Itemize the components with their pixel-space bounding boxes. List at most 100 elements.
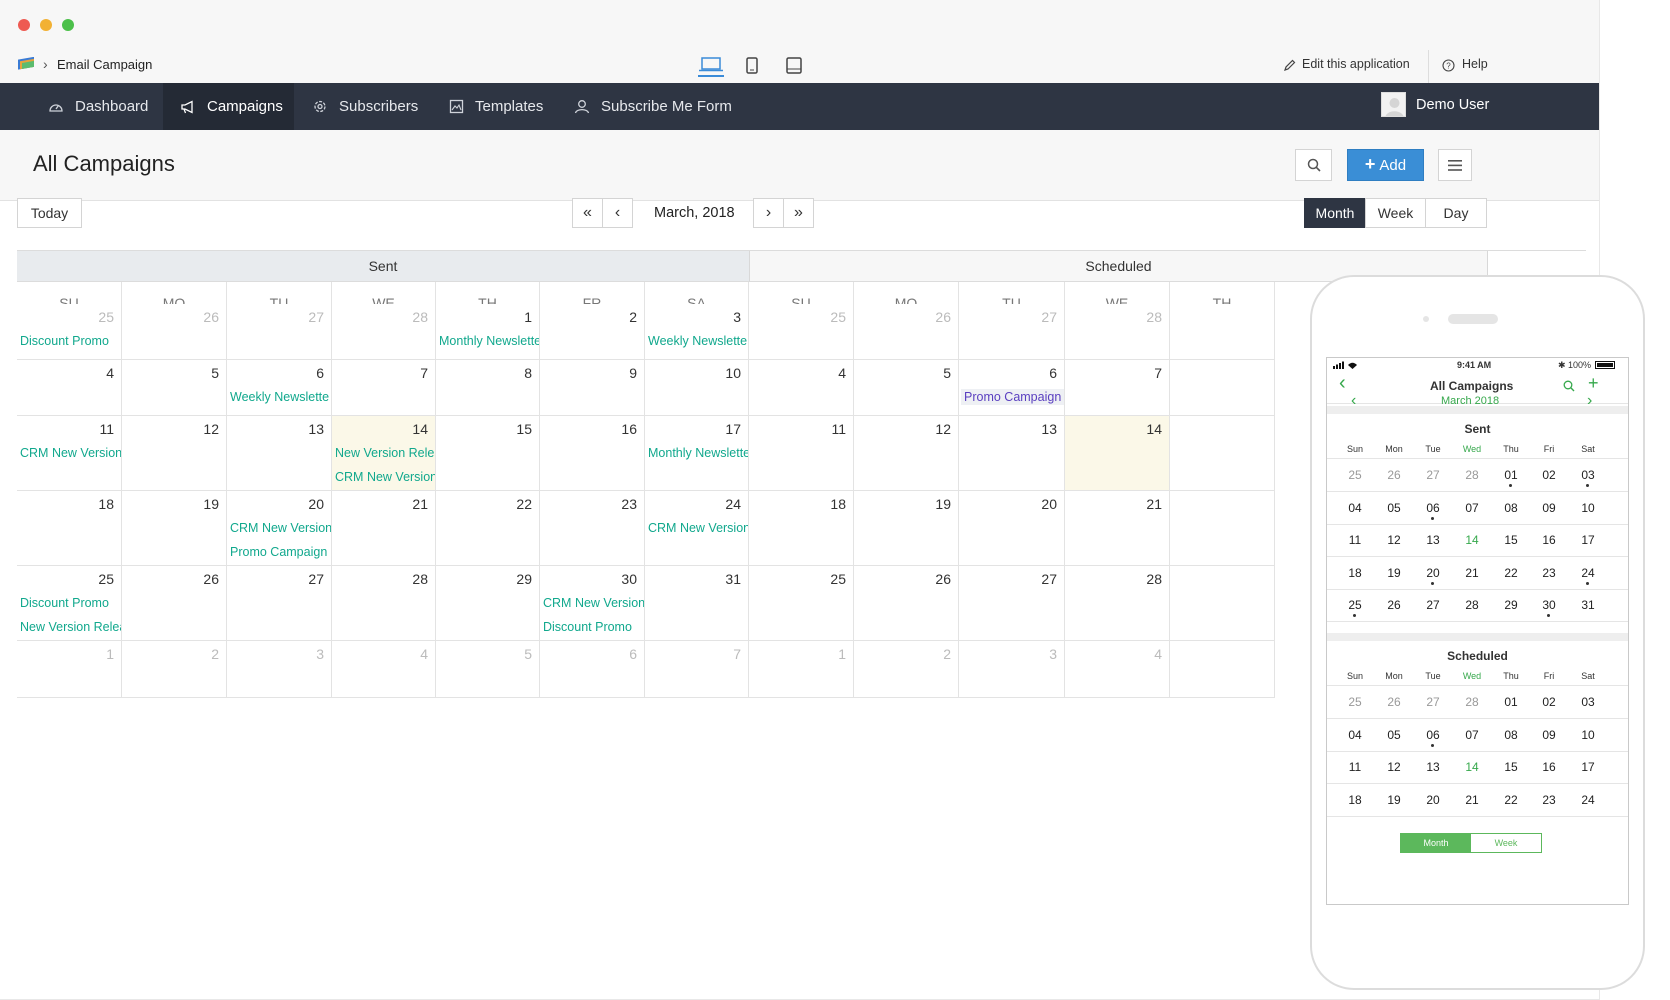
mobile-day[interactable]: 05 xyxy=(1380,501,1408,515)
calendar-day-cell[interactable]: 7 xyxy=(645,641,749,698)
campaign-event[interactable]: New Version Relea xyxy=(335,446,435,460)
close-dot[interactable] xyxy=(18,19,30,31)
mobile-day[interactable]: 08 xyxy=(1497,501,1525,515)
mobile-day[interactable]: 20 xyxy=(1419,793,1447,807)
mobile-day[interactable]: 18 xyxy=(1341,566,1369,580)
calendar-day-cell[interactable]: 20 CRM New Version Promo Campaign xyxy=(227,491,332,566)
calendar-day-cell[interactable]: 26 xyxy=(122,304,227,360)
mobile-day[interactable]: 05 xyxy=(1380,728,1408,742)
mobile-day[interactable]: 29 xyxy=(1497,598,1525,612)
calendar-day-cell[interactable]: 28 xyxy=(332,304,436,360)
calendar-day-cell[interactable]: 18 xyxy=(17,491,122,566)
mobile-day[interactable]: 22 xyxy=(1497,566,1525,580)
calendar-day-cell[interactable]: 26 xyxy=(854,566,959,641)
calendar-day-cell[interactable]: 3 Weekly Newslette xyxy=(645,304,749,360)
calendar-day-cell[interactable]: 4 xyxy=(1065,641,1170,698)
calendar-day-cell[interactable]: 5 xyxy=(122,360,227,416)
mobile-day[interactable]: 18 xyxy=(1341,793,1369,807)
add-button[interactable]: + Add xyxy=(1347,149,1424,181)
campaign-event[interactable]: CRM New Version xyxy=(648,521,748,535)
calendar-day-cell[interactable]: 16 xyxy=(540,416,645,491)
nav-subscribers[interactable]: Subscribers xyxy=(312,83,427,130)
calendar-day-cell[interactable]: 28 xyxy=(1065,304,1170,360)
mobile-day[interactable]: 08 xyxy=(1497,728,1525,742)
calendar-day-cell[interactable]: 1 Monthly Newslette xyxy=(436,304,540,360)
mobile-day[interactable]: 25 xyxy=(1341,598,1369,617)
campaign-event[interactable]: Discount Promo xyxy=(543,620,632,634)
campaign-event[interactable]: Weekly Newslette xyxy=(230,390,329,404)
mobile-day[interactable]: 27 xyxy=(1419,468,1447,482)
calendar-day-cell[interactable]: 26 xyxy=(122,566,227,641)
mobile-day[interactable]: 13 xyxy=(1419,760,1447,774)
campaign-event[interactable]: CRM New Version xyxy=(230,521,331,535)
calendar-day-cell[interactable]: 4 xyxy=(17,360,122,416)
nav-dashboard[interactable]: Dashboard xyxy=(48,83,158,130)
calendar-day-cell[interactable] xyxy=(1170,304,1275,360)
user-name[interactable]: Demo User xyxy=(1416,97,1489,113)
mobile-day[interactable]: 01 xyxy=(1497,468,1525,487)
calendar-day-cell[interactable]: 1 xyxy=(749,641,854,698)
mobile-day[interactable]: 17 xyxy=(1574,760,1602,774)
campaign-event[interactable]: Discount Promo xyxy=(20,334,109,348)
calendar-day-cell[interactable]: 2 xyxy=(540,304,645,360)
calendar-day-cell[interactable]: 11 CRM New Version xyxy=(17,416,122,491)
breadcrumb[interactable]: Email Campaign xyxy=(57,57,152,72)
mobile-day[interactable]: 03 xyxy=(1574,695,1602,709)
calendar-day-cell[interactable]: 19 xyxy=(854,491,959,566)
calendar-day-cell[interactable]: 3 xyxy=(959,641,1065,698)
calendar-day-cell[interactable]: 25 xyxy=(749,566,854,641)
tablet-view-icon[interactable] xyxy=(746,57,758,74)
calendar-day-cell[interactable] xyxy=(1170,566,1275,641)
mobile-day[interactable]: 28 xyxy=(1458,468,1486,482)
calendar-day-cell[interactable]: 21 xyxy=(332,491,436,566)
campaign-event[interactable]: Discount Promo xyxy=(20,596,109,610)
mobile-day[interactable]: 06 xyxy=(1419,501,1447,520)
calendar-day-cell[interactable]: 2 xyxy=(122,641,227,698)
mobile-day[interactable]: 03 xyxy=(1574,468,1602,487)
mobile-day[interactable]: 30 xyxy=(1535,598,1563,617)
avatar[interactable] xyxy=(1381,92,1406,117)
calendar-day-cell[interactable]: 8 xyxy=(436,360,540,416)
mobile-day[interactable]: 12 xyxy=(1380,760,1408,774)
mobile-day[interactable]: 16 xyxy=(1535,760,1563,774)
mobile-day[interactable]: 13 xyxy=(1419,533,1447,547)
view-day-button[interactable]: Day xyxy=(1425,198,1487,228)
mobile-day[interactable]: 02 xyxy=(1535,468,1563,482)
calendar-day-cell[interactable]: 9 xyxy=(540,360,645,416)
calendar-day-cell[interactable]: 7 xyxy=(1065,360,1170,416)
mobile-day[interactable]: 22 xyxy=(1497,793,1525,807)
mobile-day[interactable]: 19 xyxy=(1380,793,1408,807)
calendar-day-cell[interactable]: 27 xyxy=(959,304,1065,360)
calendar-day-cell[interactable] xyxy=(1170,641,1275,698)
mobile-day[interactable]: 28 xyxy=(1458,695,1486,709)
calendar-day-cell[interactable]: 27 xyxy=(227,566,332,641)
calendar-day-cell[interactable]: 4 xyxy=(332,641,436,698)
campaign-event[interactable]: CRM New Version xyxy=(335,470,435,484)
phone-view-icon[interactable] xyxy=(786,57,802,74)
calendar-day-cell[interactable] xyxy=(1170,360,1275,416)
mobile-day[interactable]: 09 xyxy=(1535,501,1563,515)
calendar-day-cell[interactable]: 23 xyxy=(540,491,645,566)
mobile-week-toggle[interactable]: Week xyxy=(1471,834,1541,852)
mobile-day[interactable]: 09 xyxy=(1535,728,1563,742)
search-button[interactable] xyxy=(1295,149,1332,181)
calendar-day-cell[interactable]: 24 CRM New Version xyxy=(645,491,749,566)
mobile-day[interactable]: 07 xyxy=(1458,728,1486,742)
calendar-day-cell[interactable]: 1 xyxy=(17,641,122,698)
mobile-day[interactable]: 26 xyxy=(1380,695,1408,709)
view-month-button[interactable]: Month xyxy=(1304,198,1366,228)
calendar-day-cell[interactable]: 12 xyxy=(854,416,959,491)
mobile-day[interactable]: 24 xyxy=(1574,566,1602,585)
calendar-day-cell[interactable]: 7 xyxy=(332,360,436,416)
campaign-event[interactable]: Monthly Newslette xyxy=(439,334,539,348)
view-week-button[interactable]: Week xyxy=(1365,198,1426,228)
calendar-day-cell[interactable]: 28 xyxy=(332,566,436,641)
scheduled-event[interactable]: Promo Campaign xyxy=(961,389,1064,405)
mobile-search-icon[interactable] xyxy=(1563,380,1575,392)
help-link[interactable]: Help xyxy=(1462,57,1488,71)
calendar-day-cell[interactable]: 11 xyxy=(749,416,854,491)
calendar-day-cell[interactable]: 14 xyxy=(1065,416,1170,491)
mobile-day[interactable]: 11 xyxy=(1341,533,1369,547)
calendar-day-cell[interactable] xyxy=(1170,416,1275,491)
mobile-day[interactable]: 15 xyxy=(1497,760,1525,774)
